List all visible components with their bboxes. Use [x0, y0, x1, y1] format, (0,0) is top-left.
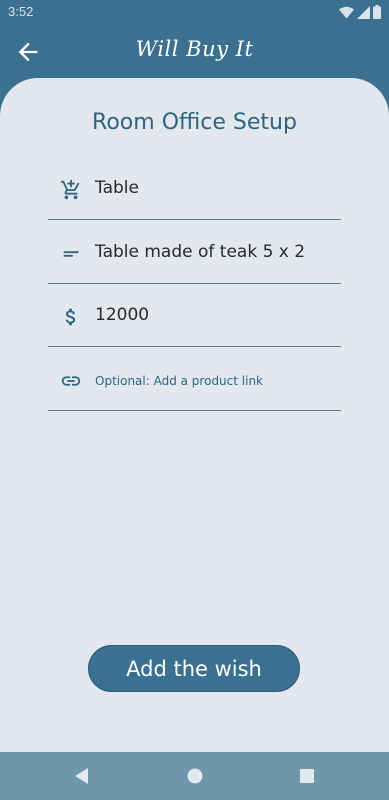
signal-icon — [357, 5, 370, 19]
dollar-icon — [65, 308, 76, 326]
nav-home-icon[interactable] — [185, 766, 205, 786]
nav-recents-icon[interactable] — [297, 766, 317, 786]
nav-back-icon[interactable] — [72, 766, 92, 786]
product-link-field[interactable]: Optional: Add a product link — [48, 352, 341, 411]
page-title: Room Office Setup — [92, 110, 297, 135]
status-bar: 3:52 — [0, 0, 389, 24]
item-name-field[interactable]: Table — [48, 161, 341, 220]
status-icons — [339, 5, 381, 19]
link-icon — [61, 376, 81, 386]
system-nav-bar — [0, 752, 389, 800]
item-name-value: Table — [95, 178, 139, 198]
product-link-placeholder: Optional: Add a product link — [95, 374, 263, 388]
app-bar: Will Buy It — [0, 24, 389, 80]
description-lines-icon — [63, 251, 79, 257]
description-field[interactable]: Table made of teak 5 x 2 — [48, 225, 341, 284]
battery-icon — [373, 5, 381, 19]
form-card: Room Office Setup Table Table made of te… — [0, 78, 389, 752]
price-field[interactable]: 12000 — [48, 288, 341, 347]
add-wish-button[interactable]: Add the wish — [88, 645, 300, 692]
description-value: Table made of teak 5 x 2 — [95, 242, 306, 262]
app-title: Will Buy It — [135, 37, 254, 61]
cart-add-icon — [60, 179, 80, 200]
status-time: 3:52 — [8, 4, 34, 19]
price-value: 12000 — [95, 305, 150, 325]
wifi-icon — [339, 6, 354, 18]
